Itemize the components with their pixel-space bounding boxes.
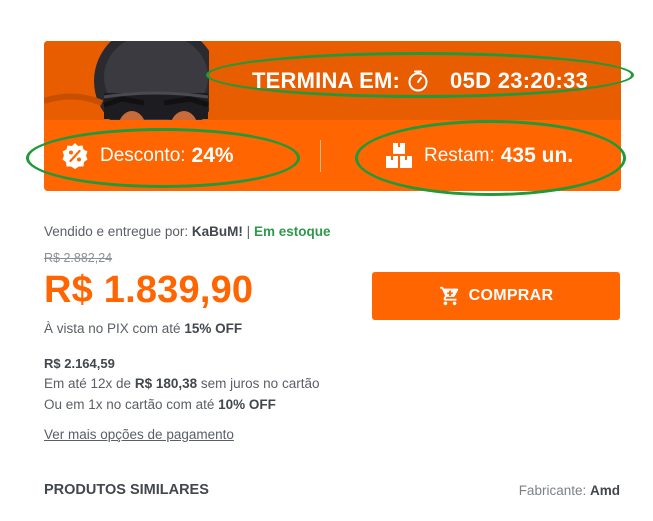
- seller-info: Vendido e entregue por: KaBuM! | Em esto…: [44, 224, 330, 239]
- buy-button-label: COMPRAR: [468, 287, 554, 304]
- discount-value: 24%: [191, 144, 234, 167]
- onetime-discount: 10% OFF: [218, 397, 276, 412]
- discount-stat: Desconto: 24%: [60, 141, 234, 171]
- cart-icon: [439, 286, 458, 306]
- installment-suffix: sem juros no cartão: [200, 376, 320, 391]
- more-payment-options-link[interactable]: Ver mais opções de pagamento: [44, 427, 234, 442]
- seller-prefix: Vendido e entregue por:: [44, 224, 189, 239]
- remaining-label: Restam:: [424, 145, 495, 166]
- manufacturer-value[interactable]: Amd: [590, 483, 620, 498]
- buy-button[interactable]: COMPRAR: [372, 272, 620, 320]
- discount-badge-icon: [62, 143, 88, 169]
- installment-prefix: Em até 12x de: [44, 376, 132, 391]
- current-price: R$ 1.839,90: [44, 269, 254, 311]
- remaining-stock-stat: Restam: 435 un.: [384, 141, 573, 171]
- installment-info: Em até 12x de R$ 180,38 sem juros no car…: [44, 376, 319, 391]
- remaining-value: 435 un.: [500, 144, 574, 167]
- seller-name: KaBuM!: [191, 224, 243, 239]
- countdown-bar: TERMINA EM: 05D 23:20:33: [44, 41, 621, 120]
- stopwatch-icon: [408, 70, 428, 92]
- stock-status: Em estoque: [253, 224, 331, 239]
- pix-discount: 15% OFF: [184, 321, 243, 336]
- onetime-prefix: Ou em 1x no cartão com até: [44, 397, 215, 412]
- pix-discount-note: À vista no PIX com até 15% OFF: [44, 321, 242, 336]
- offer-stats-bar: Desconto: 24% Restam: 435 un.: [44, 120, 621, 191]
- stats-divider: [320, 140, 321, 172]
- discount-label: Desconto:: [100, 145, 186, 166]
- manufacturer-info: Fabricante: Amd: [519, 483, 620, 498]
- flash-offer-banner: TERMINA EM: 05D 23:20:33 Desconto: 24% R…: [44, 41, 621, 191]
- ninja-mascot-image: [44, 41, 209, 120]
- onetime-payment-info: Ou em 1x no cartão com até 10% OFF: [44, 397, 276, 412]
- ends-in-label: TERMINA EM:: [252, 68, 401, 93]
- pix-prefix: À vista no PIX com até: [44, 321, 181, 336]
- manufacturer-label: Fabricante:: [518, 483, 587, 498]
- boxes-icon: [386, 143, 412, 168]
- countdown-value: 05D 23:20:33: [450, 68, 589, 93]
- installment-value: R$ 180,38: [134, 376, 198, 391]
- similar-products-heading: PRODUTOS SIMILARES: [44, 482, 209, 498]
- card-price: R$ 2.164,59: [44, 356, 115, 371]
- old-price: R$ 2.882,24: [44, 251, 113, 265]
- seller-separator: |: [246, 224, 251, 239]
- countdown-timer: TERMINA EM: 05D 23:20:33: [252, 65, 588, 97]
